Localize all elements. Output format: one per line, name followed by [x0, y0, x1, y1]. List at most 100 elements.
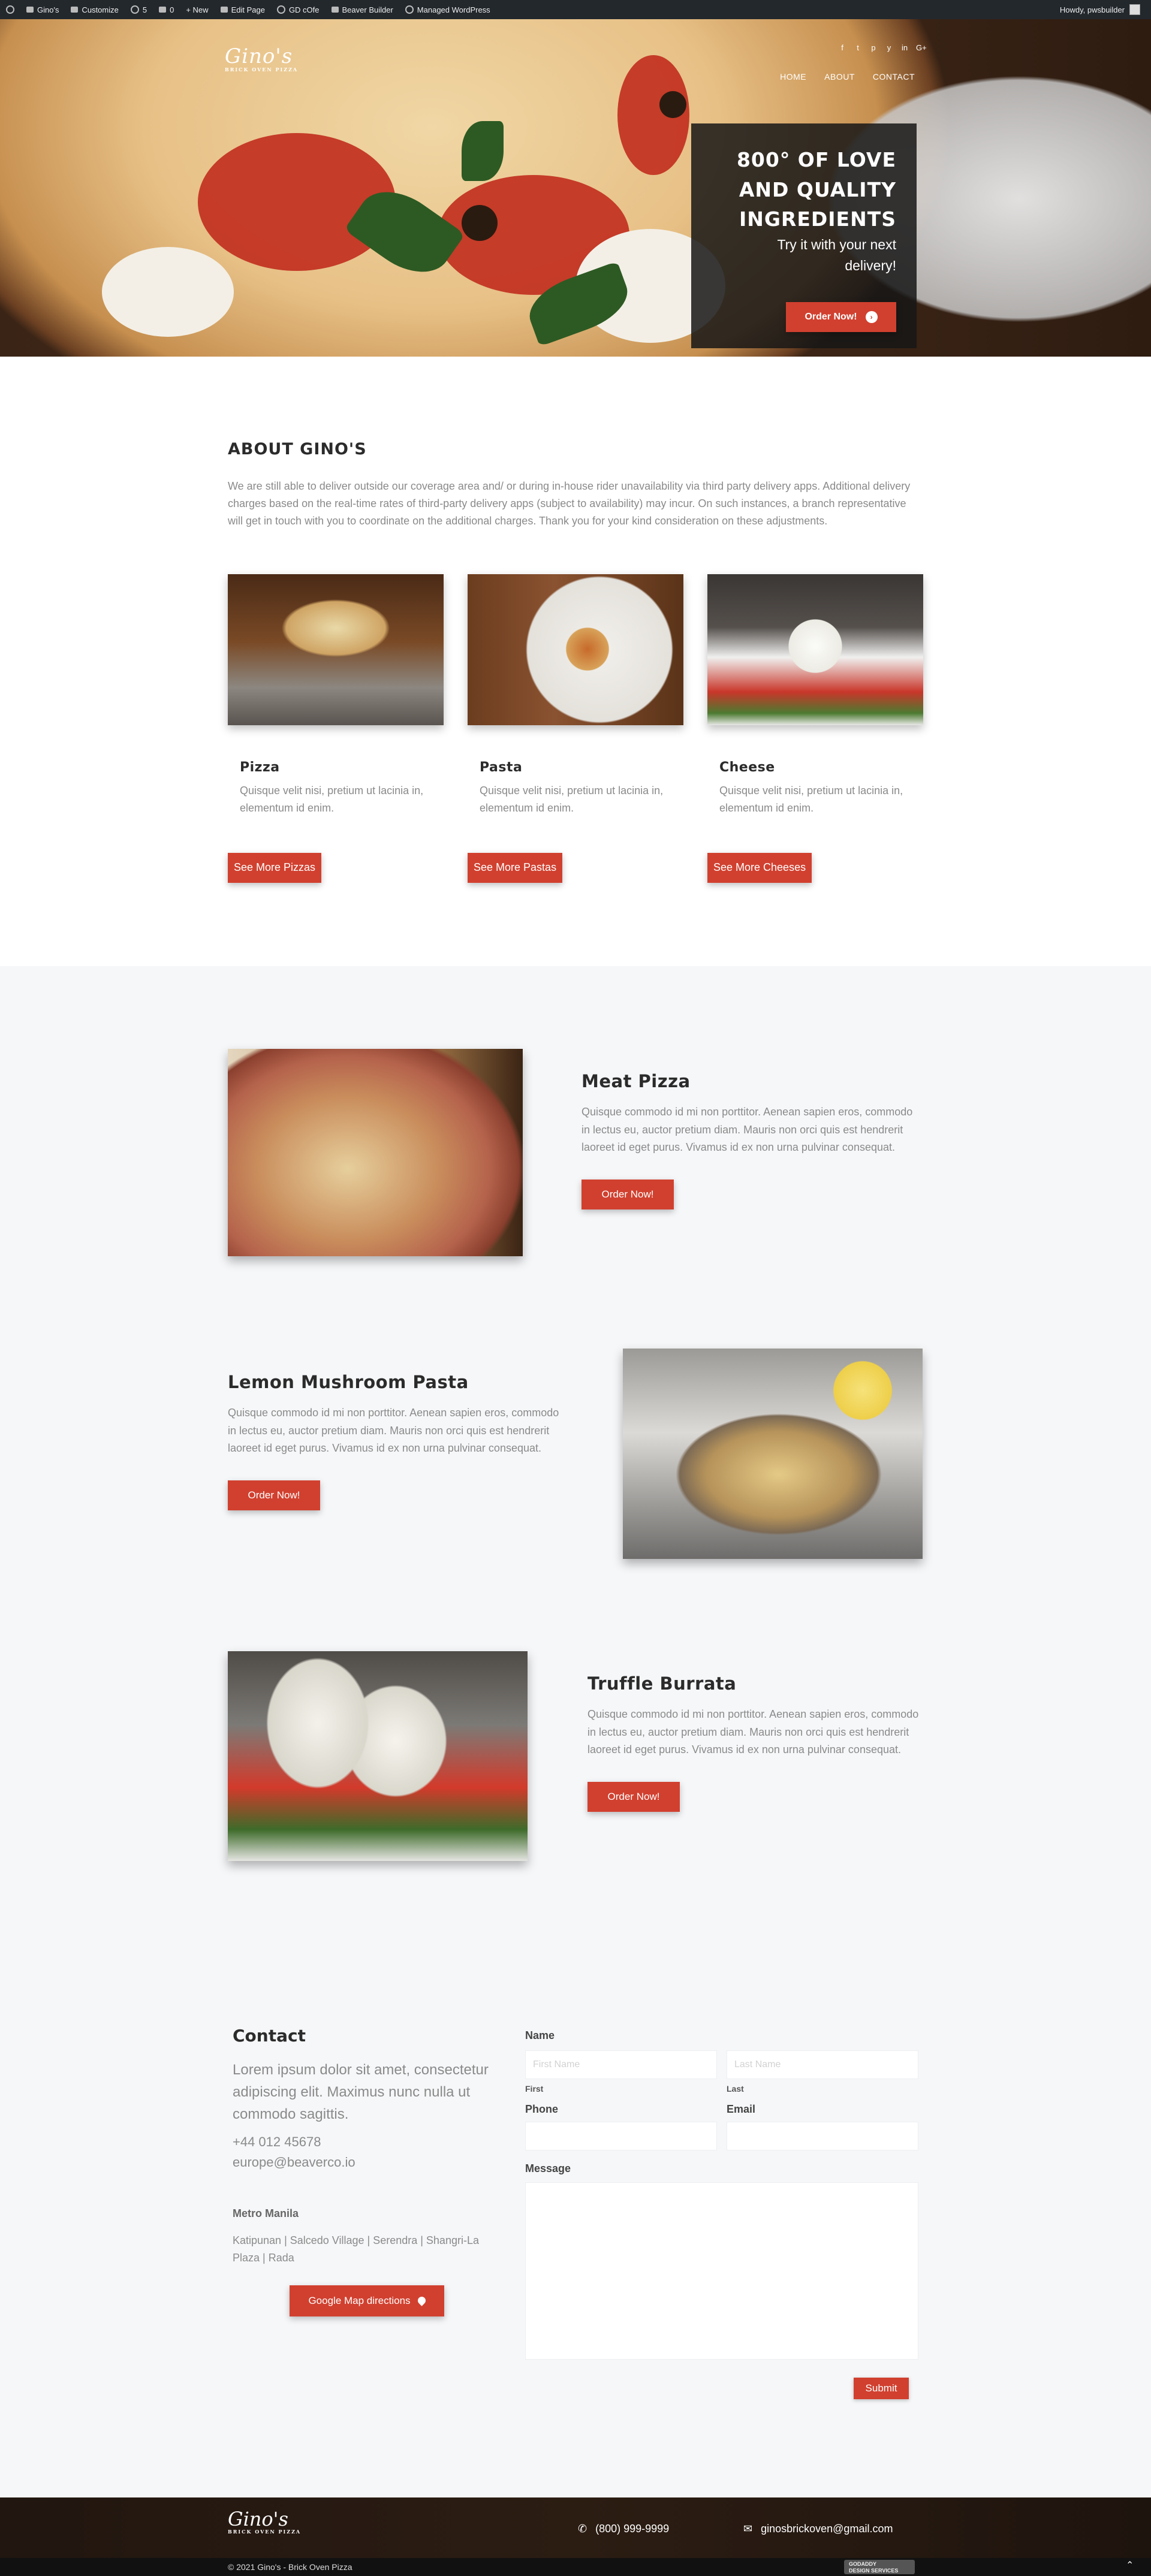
order-meat-pizza-button[interactable]: Order Now! — [581, 1180, 674, 1210]
admin-gd-link[interactable]: GD cOfe — [276, 5, 320, 14]
card-pasta: Pasta Quisque velit nisi, pretium ut lac… — [468, 574, 683, 883]
order-lemon-pasta-button[interactable]: Order Now! — [228, 1480, 320, 1511]
about-section: ABOUT GINO'S We are still able to delive… — [228, 440, 923, 883]
feature-lemon-mushroom-pasta: Lemon Mushroom Pasta Quisque commodo id … — [228, 1372, 564, 1511]
main-nav: HOME ABOUT CONTACT — [780, 72, 915, 82]
map-pin-icon — [415, 2295, 427, 2307]
footer-phone-text: (800) 999-9999 — [595, 2523, 670, 2535]
feature-text: Quisque commodo id mi non porttitor. Aen… — [228, 1407, 559, 1455]
about-cards: Pizza Quisque velit nisi, pretium ut lac… — [228, 574, 923, 883]
wordpress-logo-link[interactable] — [6, 5, 14, 14]
admin-comments-link[interactable]: 0 — [159, 5, 174, 14]
contact-branches: Katipunan | Salcedo Village | Serendra |… — [233, 2234, 479, 2264]
feature-title: Truffle Burrata — [587, 1673, 737, 1694]
card-text: Quisque velit nisi, pretium ut lacinia i… — [480, 785, 664, 814]
message-textarea[interactable] — [525, 2182, 918, 2360]
comments-count: 0 — [170, 5, 174, 14]
feature-meat-pizza: Meat Pizza Quisque commodo id mi non por… — [581, 1071, 917, 1210]
nav-contact[interactable]: CONTACT — [873, 72, 915, 82]
scroll-to-top-icon[interactable]: ⌃ — [1126, 2559, 1134, 2571]
twitter-icon[interactable]: t — [854, 43, 862, 52]
site-logo[interactable]: Gino's BRICK OVEN PIZZA — [225, 46, 298, 73]
google-plus-icon[interactable]: G+ — [916, 43, 927, 52]
admin-site-link[interactable]: Gino's — [26, 5, 59, 14]
see-more-cheeses-button[interactable]: See More Cheeses — [707, 852, 812, 883]
truffle-burrata-image — [228, 1651, 528, 1861]
card-text: Quisque velit nisi, pretium ut lacinia i… — [240, 785, 424, 814]
pasta-image — [468, 574, 683, 725]
admin-beaver-builder-link[interactable]: Beaver Builder — [331, 5, 393, 14]
wordpress-icon — [6, 5, 14, 14]
facebook-icon[interactable]: f — [838, 43, 846, 52]
google-map-button[interactable]: Google Map directions — [290, 2285, 444, 2316]
social-links: f t p y in G+ — [838, 43, 927, 52]
order-burrata-button[interactable]: Order Now! — [587, 1782, 680, 1812]
updates-icon — [130, 5, 139, 14]
card-text: Quisque velit nisi, pretium ut lacinia i… — [719, 785, 903, 814]
meat-pizza-image — [228, 1049, 523, 1256]
nav-about[interactable]: ABOUT — [824, 72, 855, 82]
hero-order-button[interactable]: Order Now! › — [786, 301, 896, 332]
hero-char-shape — [659, 91, 686, 118]
pinterest-icon[interactable]: p — [869, 43, 878, 52]
phone-input[interactable] — [525, 2122, 717, 2150]
promo-title: 800° OF LOVE AND QUALITY INGREDIENTS — [712, 145, 896, 234]
site-footer: Gino's BRICK OVEN PIZZA ✆ (800) 999-9999… — [0, 2497, 1151, 2576]
arrow-right-icon: › — [865, 310, 878, 323]
first-name-input[interactable] — [525, 2050, 717, 2079]
promo-title-line: INGREDIENTS — [739, 207, 896, 231]
footer-logo[interactable]: Gino's BRICK OVEN PIZZA — [228, 2509, 301, 2535]
footer-email[interactable]: ✉ ginosbrickoven@gmail.com — [743, 2523, 893, 2535]
badge-line: GODADDY — [849, 2561, 877, 2567]
beaver-builder-icon — [331, 7, 339, 13]
comment-icon — [159, 7, 167, 13]
nav-home[interactable]: HOME — [780, 72, 806, 82]
footer-bottom-bar — [0, 2558, 1151, 2576]
feature-truffle-burrata: Truffle Burrata Quisque commodo id mi no… — [587, 1673, 923, 1812]
card-title: Pasta — [480, 760, 523, 775]
footer-logo-subtext: BRICK OVEN PIZZA — [228, 2529, 302, 2535]
card-cheese: Cheese Quisque velit nisi, pretium ut la… — [707, 574, 923, 883]
submit-button[interactable]: Submit — [854, 2378, 909, 2399]
last-name-input[interactable] — [727, 2050, 918, 2079]
admin-bar: Gino's Customize 5 0 + New Edit Page GD … — [0, 0, 1151, 19]
see-more-pastas-button[interactable]: See More Pastas — [468, 852, 563, 883]
phone-label: Phone — [525, 2103, 559, 2115]
hero-promo-box: 800° OF LOVE AND QUALITY INGREDIENTS Try… — [691, 123, 917, 348]
about-title: ABOUT GINO'S — [228, 440, 367, 459]
home-icon — [26, 7, 34, 13]
footer-phone[interactable]: ✆ (800) 999-9999 — [578, 2523, 669, 2535]
contact-lead: Lorem ipsum dolor sit amet, consectetur … — [233, 2062, 489, 2123]
pizza-image — [228, 574, 444, 725]
admin-site-label: Gino's — [37, 5, 59, 14]
promo-subtitle: Try it with your next delivery! — [712, 234, 896, 277]
hero-basil-shape — [462, 121, 504, 181]
linkedin-icon[interactable]: in — [900, 43, 909, 52]
email-label: Email — [727, 2103, 756, 2115]
promo-title-line: 800° OF LOVE — [736, 148, 896, 171]
first-sublabel: First — [525, 2084, 544, 2094]
footer-email-text: ginosbrickoven@gmail.com — [761, 2523, 893, 2535]
feature-title: Lemon Mushroom Pasta — [228, 1372, 469, 1392]
admin-account-menu[interactable]: Howdy, pwsbuilder — [1060, 4, 1140, 15]
footer-logo-text: Gino's — [228, 2508, 288, 2530]
avatar — [1129, 4, 1140, 15]
admin-managed-wp-link[interactable]: Managed WordPress — [405, 5, 490, 14]
last-sublabel: Last — [727, 2084, 744, 2094]
feature-text: Quisque commodo id mi non porttitor. Aen… — [587, 1708, 919, 1756]
admin-edit-page-link[interactable]: Edit Page — [220, 5, 265, 14]
admin-customize-link[interactable]: Customize — [71, 5, 119, 14]
cheese-image — [707, 574, 923, 725]
email-input[interactable] — [727, 2122, 918, 2150]
contact-email[interactable]: europe@beaverco.io — [233, 2155, 502, 2170]
yelp-icon[interactable]: y — [885, 43, 893, 52]
hero-order-label: Order Now! — [805, 311, 857, 322]
see-more-pizzas-button[interactable]: See More Pizzas — [228, 852, 322, 883]
admin-new-link[interactable]: + New — [186, 5, 208, 14]
card-pizza: Pizza Quisque velit nisi, pretium ut lac… — [228, 574, 444, 883]
badge-line: DESIGN SERVICES — [849, 2568, 899, 2574]
godaddy-badge[interactable]: GODADDY DESIGN SERVICES — [844, 2560, 915, 2574]
contact-city: Metro Manila — [233, 2207, 299, 2219]
about-intro: We are still able to deliver outside our… — [228, 480, 911, 527]
admin-updates-link[interactable]: 5 — [130, 5, 147, 14]
